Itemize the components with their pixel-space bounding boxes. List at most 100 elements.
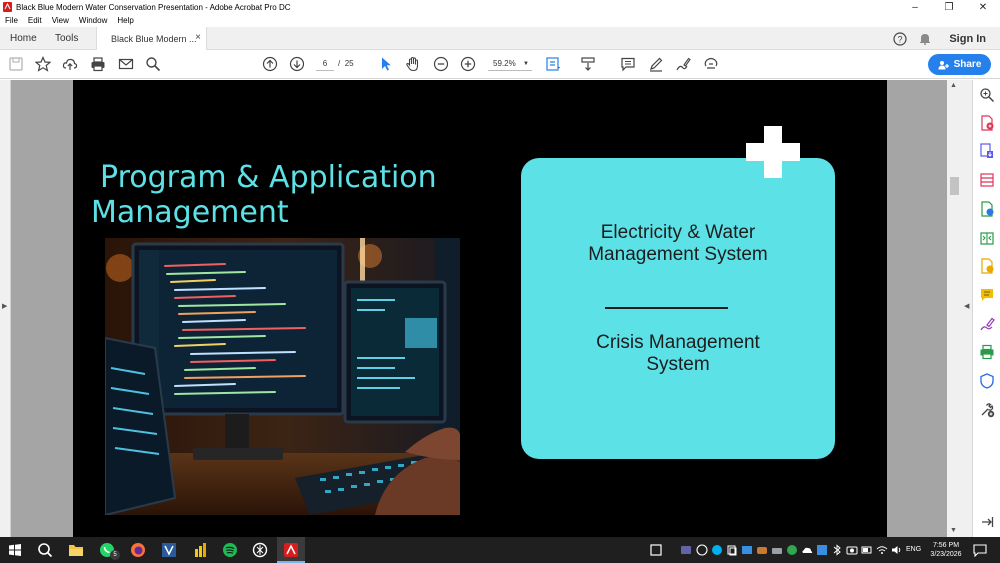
whatsapp-tray-icon[interactable] bbox=[696, 544, 708, 556]
print-production-icon[interactable] bbox=[979, 344, 995, 360]
battery-tray-icon[interactable] bbox=[861, 544, 873, 556]
email-icon[interactable] bbox=[118, 56, 134, 72]
card-item1-line2: Management System bbox=[588, 244, 768, 265]
menu-view[interactable]: View bbox=[52, 16, 69, 25]
plus-cross-icon bbox=[746, 126, 800, 178]
page-number-input[interactable]: 6 bbox=[316, 57, 334, 71]
collapse-pane-icon[interactable] bbox=[979, 514, 995, 530]
next-page-icon[interactable] bbox=[289, 56, 305, 72]
bluetooth-tray-icon[interactable] bbox=[831, 544, 843, 556]
card-item1-line1: Electricity & Water bbox=[600, 222, 756, 243]
menu-window[interactable]: Window bbox=[79, 16, 107, 25]
draw-freehand-icon[interactable] bbox=[675, 56, 691, 72]
notification-tray-icon[interactable] bbox=[650, 544, 662, 556]
copy-tray-icon[interactable] bbox=[726, 544, 738, 556]
windows-taskbar: 5 ENG 7:56 PM 3/23/2026 bbox=[0, 537, 1000, 563]
tab-tools[interactable]: Tools bbox=[55, 27, 78, 50]
cloud-upload-icon[interactable] bbox=[62, 56, 78, 72]
drive-tray-icon[interactable] bbox=[771, 544, 783, 556]
compress-icon[interactable] bbox=[979, 230, 995, 246]
collapse-right-icon: ◀ bbox=[964, 303, 970, 310]
maximize-button[interactable]: ❐ bbox=[932, 0, 966, 14]
acrobat-taskbar-item[interactable] bbox=[277, 537, 305, 563]
create-pdf-icon[interactable] bbox=[979, 143, 995, 159]
fill-sign-icon[interactable] bbox=[979, 316, 995, 332]
zoom-level-select[interactable]: 59.2% ▼ bbox=[488, 57, 532, 71]
language-indicator[interactable]: ENG bbox=[906, 546, 921, 553]
skype-tray-icon[interactable] bbox=[711, 544, 723, 556]
defender-tray-icon[interactable] bbox=[816, 544, 828, 556]
whatsapp-taskbar-item[interactable]: 5 bbox=[98, 541, 122, 560]
vertical-scrollbar[interactable]: ▲ ▼ bbox=[947, 80, 962, 537]
save-icon[interactable] bbox=[8, 56, 24, 72]
acrobat-app-icon bbox=[3, 2, 12, 12]
menu-edit[interactable]: Edit bbox=[28, 16, 42, 25]
organize-pages-icon[interactable] bbox=[979, 172, 995, 188]
scrolling-mode-icon[interactable] bbox=[580, 56, 596, 72]
protect-icon[interactable] bbox=[979, 373, 995, 389]
highlight-pen-icon[interactable] bbox=[648, 56, 664, 72]
left-pane-toggle[interactable]: ▶ bbox=[0, 80, 11, 537]
bookmark-star-icon[interactable] bbox=[35, 56, 51, 72]
previous-page-icon[interactable] bbox=[262, 56, 278, 72]
minimize-button[interactable]: – bbox=[898, 0, 932, 14]
display-tray-icon[interactable] bbox=[741, 544, 753, 556]
security-tray-icon[interactable] bbox=[786, 544, 798, 556]
title-bar: Black Blue Modern Water Conservation Pre… bbox=[0, 0, 1000, 14]
scroll-up-icon[interactable]: ▲ bbox=[950, 82, 957, 89]
share-button[interactable]: Share bbox=[928, 54, 991, 75]
visual-studio-icon[interactable] bbox=[160, 541, 178, 559]
sign-in-button[interactable]: Sign In bbox=[949, 33, 986, 45]
slide-page: Program & Application Management Electri… bbox=[73, 80, 887, 537]
slide-title-line2: Management bbox=[91, 195, 289, 230]
close-tab-icon[interactable]: × bbox=[195, 32, 201, 43]
print-icon[interactable] bbox=[90, 56, 106, 72]
menu-help[interactable]: Help bbox=[117, 16, 133, 25]
select-cursor-icon[interactable] bbox=[378, 56, 394, 72]
expand-left-icon: ▶ bbox=[2, 303, 8, 310]
menu-bar: File Edit View Window Help bbox=[0, 14, 1000, 27]
menu-file[interactable]: File bbox=[5, 16, 18, 25]
search-icon[interactable] bbox=[145, 56, 161, 72]
sign-stamp-icon[interactable] bbox=[703, 56, 719, 72]
help-icon[interactable]: ? bbox=[893, 31, 907, 46]
comment-icon[interactable] bbox=[979, 287, 995, 303]
edit-pdf-icon[interactable] bbox=[979, 201, 995, 217]
card-item-electricity-water: Electricity & Water Management System bbox=[521, 222, 835, 266]
page-fit-icon[interactable] bbox=[545, 56, 561, 72]
taskbar-clock[interactable]: 7:56 PM 3/23/2026 bbox=[924, 541, 968, 559]
right-pane-toggle[interactable]: ◀ bbox=[962, 80, 972, 537]
camera-tray-icon[interactable] bbox=[846, 544, 858, 556]
page-total: 25 bbox=[344, 59, 354, 68]
zoom-in-icon[interactable] bbox=[460, 56, 476, 72]
notifications-bell-icon[interactable] bbox=[919, 32, 931, 45]
search-taskbar-icon[interactable] bbox=[36, 541, 54, 559]
hand-tool-icon[interactable] bbox=[405, 56, 421, 72]
add-comment-icon[interactable] bbox=[620, 56, 636, 72]
action-center-icon[interactable] bbox=[973, 543, 987, 557]
tab-home[interactable]: Home bbox=[10, 27, 37, 50]
spotify-icon[interactable] bbox=[221, 541, 239, 559]
scroll-down-icon[interactable]: ▼ bbox=[950, 527, 957, 534]
chatgpt-icon[interactable] bbox=[251, 541, 269, 559]
send-for-comments-icon[interactable] bbox=[979, 258, 995, 274]
power-bi-icon[interactable] bbox=[191, 541, 209, 559]
export-pdf-icon[interactable] bbox=[979, 115, 995, 131]
share-people-icon bbox=[938, 60, 949, 69]
firefox-icon[interactable] bbox=[129, 541, 147, 559]
more-tools-icon[interactable] bbox=[979, 402, 995, 418]
scrollbar-thumb[interactable] bbox=[950, 177, 959, 195]
windows-start-icon[interactable] bbox=[6, 541, 24, 559]
zoom-out-icon[interactable] bbox=[433, 56, 449, 72]
search-zoom-icon[interactable] bbox=[979, 87, 995, 103]
wifi-tray-icon[interactable] bbox=[876, 544, 888, 556]
volume-tray-icon[interactable] bbox=[891, 544, 903, 556]
file-explorer-icon[interactable] bbox=[67, 541, 85, 559]
network-app-tray-icon[interactable] bbox=[756, 544, 768, 556]
tab-document[interactable]: Black Blue Modern ... × bbox=[96, 27, 207, 51]
onedrive-tray-icon[interactable] bbox=[801, 544, 813, 556]
close-window-button[interactable]: ✕ bbox=[966, 0, 1000, 14]
main-toolbar: 6 / 25 59.2% ▼ Share bbox=[0, 50, 1000, 79]
zoom-level-value: 59.2% bbox=[493, 59, 516, 68]
teams-tray-icon[interactable] bbox=[680, 544, 692, 556]
